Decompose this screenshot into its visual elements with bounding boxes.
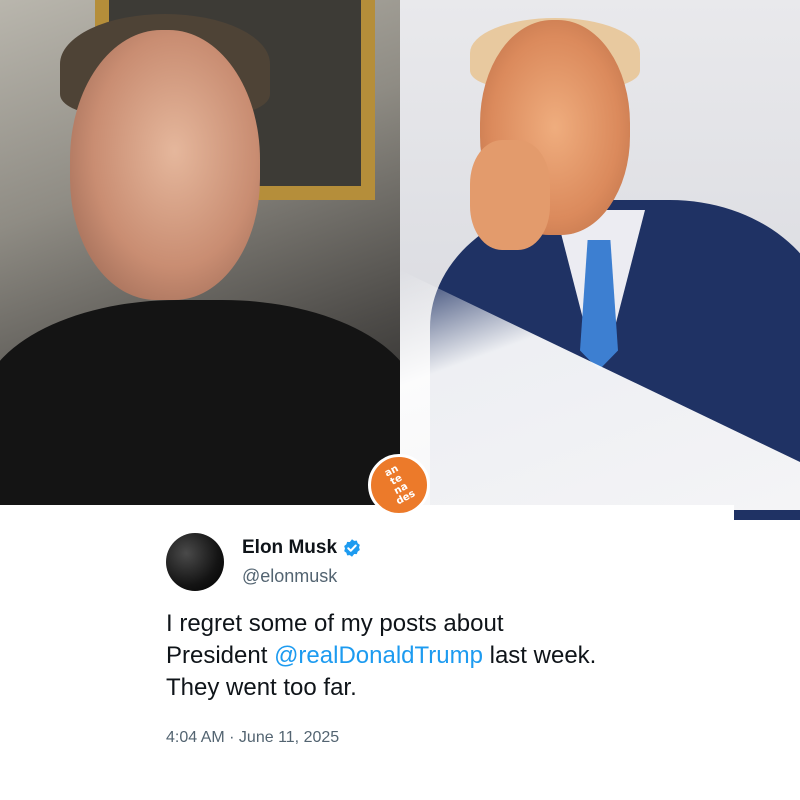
mention-link[interactable]: @realDonaldTrump <box>274 642 483 669</box>
tweet-card: Elon Musk @elonmusk I regret some of my … <box>66 505 734 800</box>
person-right-pointing-hand <box>470 140 550 250</box>
tweet-line-3: They went too far. <box>166 674 357 701</box>
brand-logo-text: an te na des <box>369 455 429 515</box>
tweet-line-2-prefix: President <box>166 642 275 669</box>
author-handle[interactable]: @elonmusk <box>242 566 337 587</box>
person-left-face <box>70 30 260 300</box>
person-left-jacket <box>0 300 400 505</box>
author-name[interactable]: Elon Musk <box>242 537 337 559</box>
avatar[interactable] <box>166 533 224 591</box>
tweet-text: I regret some of my posts about Presiden… <box>166 608 686 704</box>
photo-left <box>0 0 400 505</box>
tweet-timestamp[interactable]: 4:04 AM · June 11, 2025 <box>166 729 339 747</box>
author-name-row[interactable]: Elon Musk <box>242 537 362 559</box>
tweet-line-2-suffix: last week. <box>482 642 597 669</box>
brand-logo-badge: an te na des <box>368 454 430 516</box>
tweet-line-1: I regret some of my posts about <box>166 610 504 637</box>
verified-badge-icon <box>344 539 360 557</box>
